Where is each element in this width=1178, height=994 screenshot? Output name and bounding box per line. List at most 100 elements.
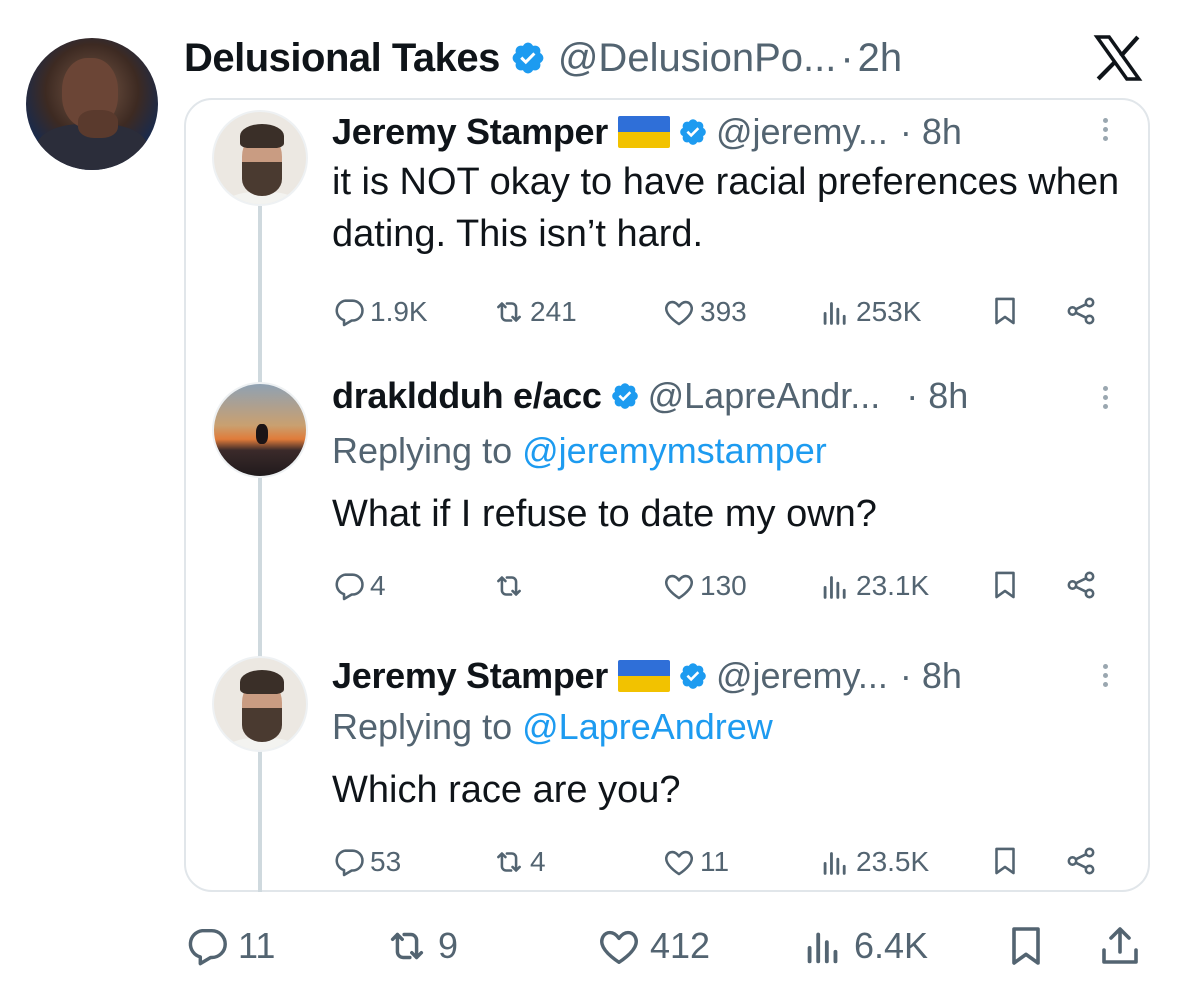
author-name[interactable]: Jeremy Stamper	[332, 655, 608, 697]
bookmark-icon[interactable]	[988, 568, 1022, 602]
post-time[interactable]: 2h	[858, 36, 903, 81]
repost-icon	[492, 569, 526, 603]
author-handle[interactable]: @LapreAndr...	[648, 375, 881, 417]
author-name[interactable]: Delusional Takes	[184, 36, 500, 81]
avatar[interactable]	[212, 110, 308, 206]
views-icon	[800, 923, 846, 969]
repost-icon	[492, 295, 526, 329]
tweet-header: Jeremy Stamper @jeremy... · 8h	[332, 652, 962, 700]
replying-to-link[interactable]: @jeremymstamper	[522, 430, 827, 471]
reply-button[interactable]: 4	[332, 566, 386, 606]
share-icon[interactable]	[1064, 844, 1098, 878]
verified-badge-icon	[678, 117, 708, 147]
avatar[interactable]	[212, 656, 308, 752]
ukraine-flag-icon	[617, 660, 670, 692]
tweet-actions: 53 4 11 23.5K	[332, 842, 1112, 882]
share-icon[interactable]	[1064, 294, 1098, 328]
like-button[interactable]: 130	[662, 566, 747, 606]
tweet-header: Jeremy Stamper @jeremy... · 8h	[332, 108, 962, 156]
reply-count: 1.9K	[370, 296, 428, 327]
author-name[interactable]: Jeremy Stamper	[332, 111, 608, 153]
post-actions: 11 9 412 6.4K	[184, 918, 1150, 974]
like-button[interactable]: 412	[596, 918, 710, 974]
views-button[interactable]: 253K	[818, 292, 921, 332]
heart-icon	[662, 569, 696, 603]
tweet-header: drakldduh e/acc @LapreAndr... · 8h	[332, 372, 968, 420]
author-handle[interactable]: @jeremy...	[716, 111, 888, 153]
heart-icon	[662, 845, 696, 879]
repost-icon	[492, 845, 526, 879]
post-header: Delusional Takes @DelusionPo... · 2h	[184, 32, 902, 84]
tweet-text: it is NOT okay to have racial preference…	[332, 161, 1120, 255]
bookmark-icon[interactable]	[988, 294, 1022, 328]
verified-badge-icon	[510, 40, 546, 76]
author-name[interactable]: drakldduh e/acc	[332, 375, 602, 417]
repost-icon	[384, 923, 430, 969]
like-count: 130	[700, 570, 747, 601]
repost-count: 9	[438, 925, 459, 966]
tweet-actions: 1.9K 241 393 253K	[332, 292, 1112, 332]
verified-badge-icon	[678, 661, 708, 691]
separator-dot: ·	[840, 35, 854, 80]
views-icon	[818, 295, 852, 329]
reply-button[interactable]: 11	[184, 918, 275, 974]
like-count: 11	[700, 846, 730, 877]
share-icon[interactable]	[1064, 568, 1098, 602]
ukraine-flag-icon	[617, 116, 670, 148]
bookmark-icon[interactable]	[988, 844, 1022, 878]
views-count: 23.5K	[856, 846, 930, 877]
reply-count: 11	[238, 925, 276, 966]
replying-to-label: Replying to	[332, 430, 513, 471]
tweet-time[interactable]: · 8h	[900, 655, 962, 697]
views-button[interactable]: 23.1K	[818, 566, 929, 606]
tweet-time[interactable]: · 8h	[906, 375, 968, 417]
tweet-text: What if I refuse to date my own?	[332, 493, 877, 535]
reply-button[interactable]: 53	[332, 842, 401, 882]
verified-badge-icon	[610, 381, 640, 411]
reply-icon	[332, 569, 366, 603]
replying-to-line: Replying to @jeremymstamper	[332, 430, 827, 472]
author-handle[interactable]: @jeremy...	[716, 655, 888, 697]
views-count: 6.4K	[854, 925, 929, 966]
more-options-icon[interactable]	[1100, 382, 1110, 418]
author-avatar[interactable]	[26, 38, 158, 170]
tweet-actions: 4 130 23.1K	[332, 566, 1112, 606]
views-icon	[818, 845, 852, 879]
more-options-icon[interactable]	[1100, 114, 1110, 150]
reply-icon	[332, 295, 366, 329]
more-options-icon[interactable]	[1100, 660, 1110, 696]
reply-icon	[184, 923, 230, 969]
heart-icon	[662, 295, 696, 329]
repost-button[interactable]	[492, 566, 530, 606]
like-count: 393	[700, 296, 747, 327]
share-upload-icon[interactable]	[1096, 922, 1144, 970]
repost-button[interactable]: 241	[492, 292, 577, 332]
views-button[interactable]: 6.4K	[800, 918, 928, 974]
repost-button[interactable]: 4	[492, 842, 546, 882]
reply-count: 53	[370, 846, 402, 877]
bookmark-icon[interactable]	[1002, 922, 1050, 970]
avatar[interactable]	[212, 382, 308, 478]
views-count: 253K	[856, 296, 922, 327]
x-logo-icon	[1093, 35, 1143, 81]
repost-count: 4	[530, 846, 546, 877]
tweet-text: Which race are you?	[332, 769, 681, 811]
repost-button[interactable]: 9	[384, 918, 458, 974]
views-button[interactable]: 23.5K	[818, 842, 929, 882]
heart-icon	[596, 923, 642, 969]
like-count: 412	[650, 925, 711, 966]
replying-to-link[interactable]: @LapreAndrew	[522, 706, 773, 747]
like-button[interactable]: 11	[662, 842, 729, 882]
views-count: 23.1K	[856, 570, 930, 601]
reply-icon	[332, 845, 366, 879]
views-icon	[818, 569, 852, 603]
reply-count: 4	[370, 570, 386, 601]
tweet-time[interactable]: · 8h	[900, 111, 962, 153]
repost-count: 241	[530, 296, 577, 327]
thread-connector-line	[258, 206, 262, 892]
reply-button[interactable]: 1.9K	[332, 292, 428, 332]
replying-to-line: Replying to @LapreAndrew	[332, 706, 773, 748]
like-button[interactable]: 393	[662, 292, 747, 332]
author-handle[interactable]: @DelusionPo...	[558, 36, 837, 81]
replying-to-label: Replying to	[332, 706, 513, 747]
